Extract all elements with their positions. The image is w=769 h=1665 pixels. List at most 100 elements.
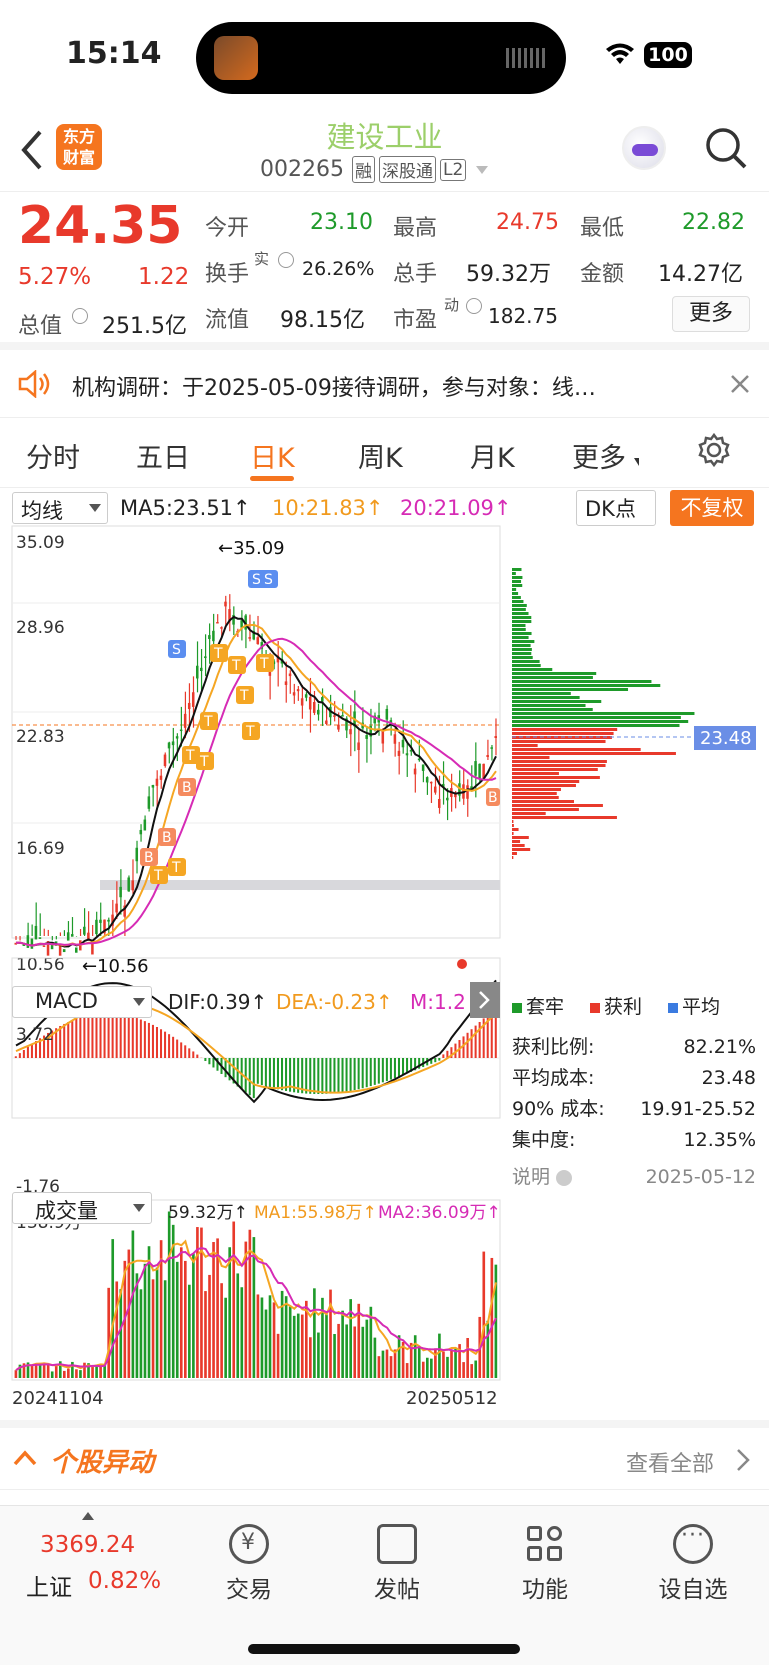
macd-bar [325, 1058, 328, 1094]
tab-weekly-k[interactable]: 周K [358, 436, 403, 475]
volume-bar [466, 1337, 469, 1378]
candle-body [208, 635, 211, 640]
volume-select[interactable]: 成交量 [12, 1192, 152, 1224]
volume-bar [417, 1348, 421, 1378]
tab-five-day[interactable]: 五日 [136, 436, 190, 475]
macd-bar [168, 1034, 171, 1058]
stock-code: 002265 [260, 157, 344, 182]
tab-daily-k[interactable]: 日K [250, 436, 295, 475]
volume-bar [212, 1242, 215, 1378]
macd-y-top: 3.72 [16, 1025, 54, 1045]
float-label: 流值 [205, 308, 250, 333]
view-all-link[interactable]: 查看全部 [626, 1446, 714, 1478]
macd-bar [14, 1056, 17, 1058]
stock-code-row[interactable]: 002265 融 深股通 L2 [260, 156, 489, 183]
chip-bar [512, 752, 676, 755]
tab-intraday[interactable]: 分时 [26, 436, 80, 475]
volume-bar [83, 1362, 86, 1378]
m-value: M:1.24↑ [410, 990, 466, 1014]
settings-gear-icon[interactable] [696, 432, 732, 468]
search-icon[interactable] [704, 126, 748, 170]
chip-bar [512, 852, 517, 855]
y-label-max: 35.09 [16, 533, 65, 553]
macd-bar [341, 1058, 344, 1093]
nav-post[interactable]: 发帖 [342, 1524, 452, 1604]
macd-bar [349, 1058, 352, 1091]
info-icon[interactable] [72, 308, 88, 324]
macd-bar [147, 1022, 150, 1058]
macd-bar [281, 1058, 284, 1091]
index-change[interactable]: 0.82% [88, 1568, 161, 1594]
info-icon[interactable] [278, 252, 294, 268]
y-label: 16.69 [16, 839, 65, 859]
notice-bar[interactable]: 机构调研：于2025-05-09接待调研，参与对象：线… [0, 350, 769, 418]
turnover-sup: 实 [254, 250, 270, 268]
tab-monthly-k[interactable]: 月K [470, 436, 515, 475]
chip-bar [512, 740, 606, 743]
nav-add-watchlist[interactable]: ··· 设自选 [638, 1523, 748, 1604]
open-value: 23.10 [310, 210, 373, 235]
candle-body [405, 753, 409, 756]
chip-bar [512, 600, 524, 603]
chip-stats: 获利比例: 82.21% 平均成本: 23.48 90% 成本: 19.91-25.5… [512, 1032, 756, 1193]
close-icon[interactable] [730, 374, 750, 394]
turnover-label: 换手 [205, 262, 250, 287]
volume-bar [442, 1351, 445, 1378]
index-name[interactable]: 上证 [26, 1568, 72, 1602]
volume-bar [167, 1211, 171, 1378]
volume-label: 总手 [393, 262, 438, 287]
candle-body [429, 781, 433, 784]
candle-body [95, 919, 98, 935]
macd-bar [107, 1013, 110, 1058]
candle-body [70, 934, 74, 937]
album-art-icon [214, 36, 258, 80]
svg-text:B: B [162, 830, 172, 846]
dif-value: DIF:0.39↑ [168, 990, 268, 1014]
volume-bar [300, 1314, 304, 1378]
macd-bar [329, 1058, 332, 1094]
last-price: 24.35 [18, 196, 183, 256]
svg-text:S: S [264, 572, 273, 588]
macd-select[interactable]: MACD [12, 986, 152, 1018]
candle-body [490, 747, 493, 749]
svg-text:T: T [231, 658, 241, 674]
chip-note[interactable]: 说明 [512, 1162, 573, 1193]
chip-bar [512, 856, 514, 859]
vol-ma1-line [15, 1239, 497, 1372]
abnormal-section[interactable]: 个股异动 查看全部 [0, 1420, 769, 1490]
macd-bar [365, 1058, 368, 1088]
robot-assistant-icon[interactable] [622, 126, 666, 170]
candle-body [357, 742, 360, 750]
stock-chart[interactable]: 35.09 28.96 22.83 16.69 10.56 ←35.09 ←10… [0, 488, 769, 1420]
y-label: 28.96 [16, 618, 65, 638]
candle-body [107, 919, 110, 922]
candle-body [34, 925, 38, 940]
signal-dot [457, 959, 467, 969]
volume-bar [288, 1306, 292, 1378]
chip-bar [512, 724, 680, 727]
volume-bar [155, 1267, 159, 1378]
volume-bar [361, 1326, 365, 1378]
info-icon [556, 1169, 573, 1186]
tab-more[interactable]: 更多 [572, 436, 626, 475]
info-icon[interactable] [466, 298, 482, 314]
candle-body [393, 734, 397, 744]
volume-bar [341, 1310, 344, 1378]
more-button[interactable]: 更多 [672, 296, 750, 332]
nav-functions[interactable]: 功能 [490, 1524, 600, 1604]
volume-bar [284, 1296, 288, 1378]
candle-body [220, 627, 223, 629]
volume-bar [434, 1348, 437, 1378]
chip-bar [512, 832, 514, 835]
nav-trade[interactable]: ¥ 交易 [194, 1524, 304, 1604]
chip-bar [512, 612, 529, 615]
chip-bar [512, 656, 533, 659]
candle-body [83, 926, 86, 935]
macd-bar [361, 1058, 364, 1089]
candle-body [216, 622, 219, 624]
macd-bar [123, 1014, 126, 1058]
candle-body [135, 847, 139, 862]
index-value[interactable]: 3369.24 [40, 1532, 135, 1558]
macd-bar [248, 1058, 251, 1096]
volume-bar [75, 1369, 78, 1378]
